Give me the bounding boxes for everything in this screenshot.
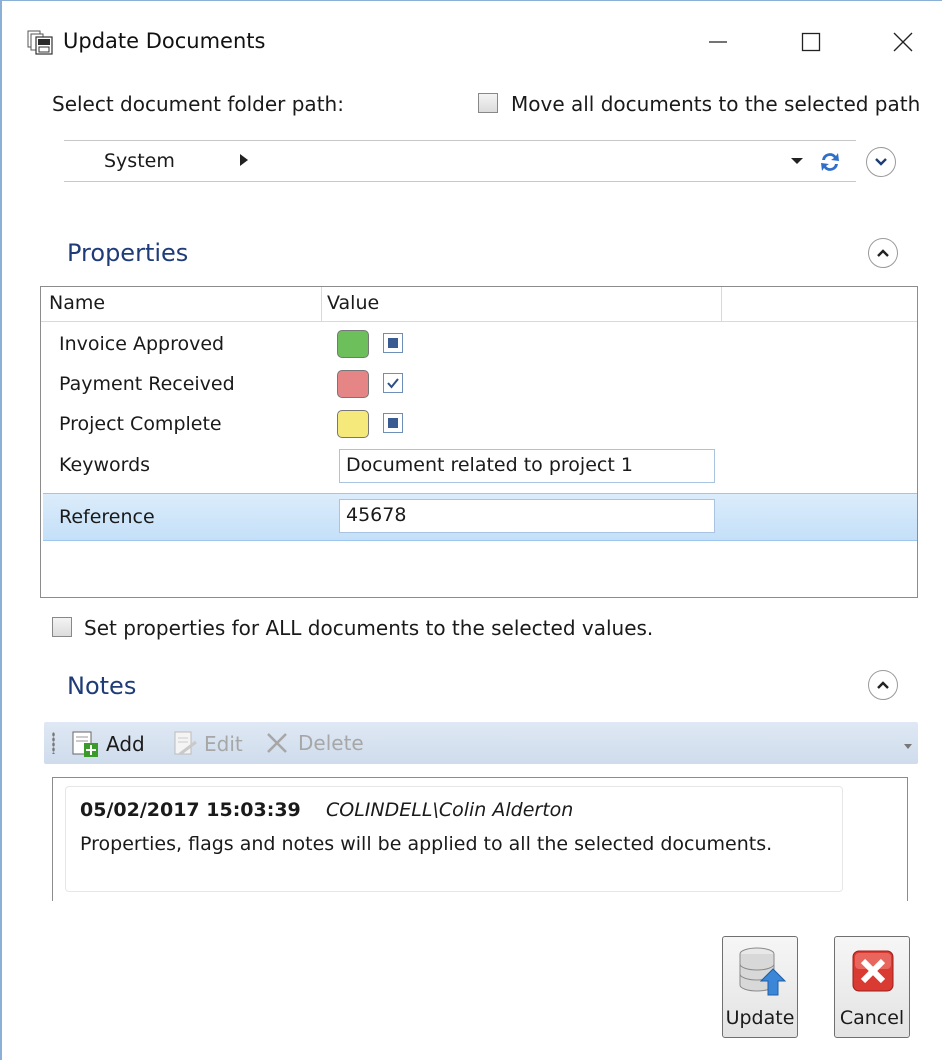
notes-list: 05/02/2017 15:03:39 COLINDELL\Colin Alde… (52, 777, 908, 901)
column-header-name[interactable]: Name (49, 292, 105, 314)
delete-note-label: Delete (298, 731, 364, 755)
expand-path-button[interactable] (866, 147, 896, 177)
property-row-reference[interactable]: Reference 45678 (43, 493, 917, 541)
folder-path-breadcrumb[interactable]: System (64, 140, 856, 182)
checkmark-icon (387, 378, 399, 389)
add-note-icon (72, 731, 98, 757)
document-stack-icon (26, 30, 60, 56)
minimize-icon (709, 41, 727, 43)
chevron-down-icon (875, 158, 887, 166)
property-name: Invoice Approved (59, 333, 225, 355)
properties-header: Properties (67, 239, 189, 267)
column-header-value[interactable]: Value (327, 292, 379, 314)
add-note-label: Add (106, 732, 145, 756)
collapse-properties-button[interactable] (868, 238, 898, 268)
cancel-x-icon (847, 945, 899, 997)
flag-color-yellow (337, 410, 369, 438)
payment-received-checkbox[interactable] (383, 373, 403, 393)
move-all-checkbox[interactable] (478, 93, 498, 113)
project-complete-checkbox[interactable] (383, 413, 403, 433)
property-row-project-complete[interactable]: Project Complete (43, 404, 917, 444)
title-bar: Update Documents (0, 0, 942, 84)
update-label: Update (725, 1007, 795, 1029)
close-button[interactable] (880, 20, 926, 64)
path-segment-system[interactable]: System (104, 150, 175, 172)
notes-header: Notes (67, 672, 137, 700)
toolbar-grip-icon[interactable] (52, 732, 55, 754)
notes-toolbar: Add Edit Delete (44, 722, 918, 764)
keywords-input[interactable]: Document related to project 1 (339, 449, 715, 483)
note-author: COLINDELL\Colin Alderton (326, 799, 574, 821)
maximize-icon (801, 32, 821, 52)
note-item[interactable]: 05/02/2017 15:03:39 COLINDELL\Colin Alde… (65, 786, 843, 892)
column-divider[interactable] (721, 287, 722, 321)
flag-color-green (337, 330, 369, 358)
indeterminate-mark-icon (388, 418, 398, 428)
note-timestamp: 05/02/2017 15:03:39 (80, 799, 301, 821)
delete-icon (267, 733, 287, 753)
toolbar-overflow-icon[interactable] (904, 744, 912, 749)
property-name: Reference (59, 506, 155, 528)
refresh-icon[interactable] (816, 148, 844, 176)
cancel-button[interactable]: Cancel (834, 936, 910, 1038)
chevron-up-icon (877, 249, 889, 257)
properties-grid: Name Value Invoice Approved Payment Rece… (40, 286, 918, 598)
reference-input[interactable]: 45678 (339, 499, 715, 533)
path-segment-arrow-icon[interactable] (240, 154, 248, 166)
flag-color-red (337, 370, 369, 398)
window-title: Update Documents (63, 29, 266, 53)
collapse-notes-button[interactable] (868, 670, 898, 700)
minimize-button[interactable] (695, 20, 741, 64)
edit-note-button[interactable]: Edit (172, 730, 243, 758)
property-name: Payment Received (59, 373, 235, 395)
update-button[interactable]: Update (722, 936, 798, 1038)
move-all-label[interactable]: Move all documents to the selected path (511, 92, 920, 116)
set-all-properties-checkbox[interactable] (52, 617, 72, 637)
set-all-properties-label[interactable]: Set properties for ALL documents to the … (84, 616, 653, 640)
note-text: Properties, flags and notes will be appl… (80, 833, 773, 855)
add-note-button[interactable]: Add (70, 730, 145, 758)
folder-path-label: Select document folder path: (52, 92, 344, 116)
edit-note-icon (174, 731, 197, 756)
property-row-invoice-approved[interactable]: Invoice Approved (43, 324, 917, 364)
grid-header: Name Value (41, 287, 917, 322)
indeterminate-mark-icon (388, 338, 398, 348)
delete-note-button[interactable]: Delete (264, 730, 364, 756)
path-dropdown-icon[interactable] (791, 158, 803, 164)
close-icon (893, 32, 913, 52)
window-border-left (0, 0, 2, 1060)
database-upload-icon (735, 945, 787, 997)
column-divider[interactable] (321, 287, 322, 321)
update-documents-window: Update Documents Select document folder … (0, 0, 942, 1060)
edit-note-label: Edit (204, 732, 243, 756)
invoice-approved-checkbox[interactable] (383, 333, 403, 353)
property-name: Keywords (59, 454, 151, 476)
maximize-button[interactable] (788, 20, 834, 64)
property-row-payment-received[interactable]: Payment Received (43, 364, 917, 404)
chevron-up-icon (877, 681, 889, 689)
property-name: Project Complete (59, 413, 222, 435)
cancel-label: Cancel (839, 1007, 905, 1029)
property-row-keywords[interactable]: Keywords Document related to project 1 (43, 445, 917, 485)
